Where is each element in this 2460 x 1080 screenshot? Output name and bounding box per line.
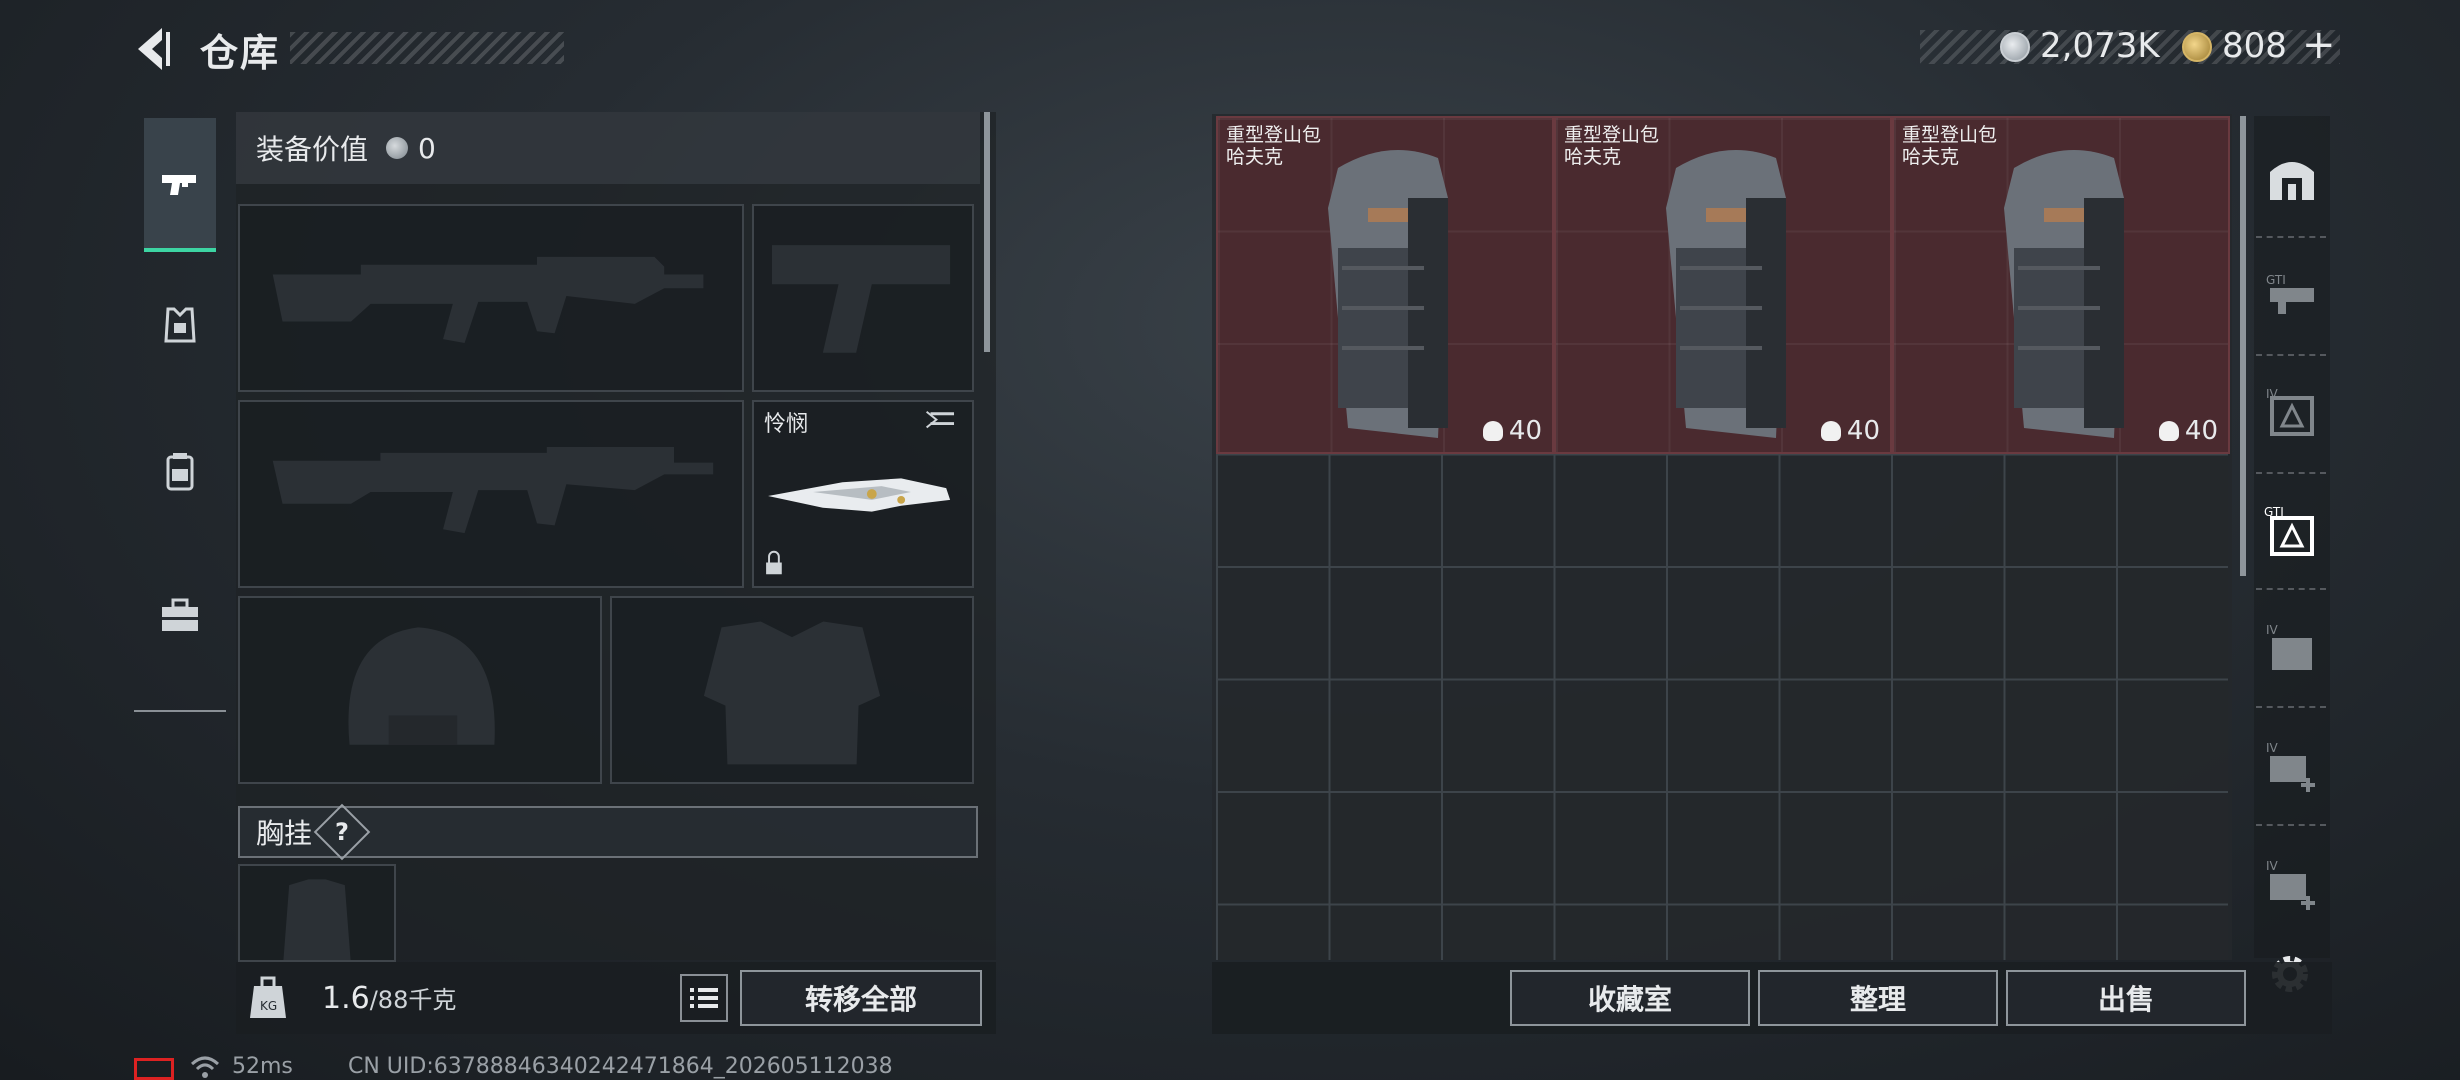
backpack-icon [1328,150,1448,438]
toolbox-icon [162,598,198,631]
tab-backpack[interactable] [144,404,216,538]
carry-weight: 1.6/88千克 [322,980,456,1016]
svg-text:KG: KG [260,999,277,1013]
sort-button[interactable]: 整理 [1758,970,1998,1026]
storage-iv-add-button[interactable]: IV [2254,728,2330,804]
weight-current: 1.6 [322,981,370,1016]
weight-icon [1482,421,1503,441]
svg-text:IV: IV [2266,741,2279,755]
wifi-icon [190,1056,220,1078]
weight-max: /88千克 [369,986,457,1014]
tab-toolbox[interactable] [144,548,216,682]
collection-room-button[interactable]: 收藏室 [1510,970,1750,1026]
storage-gti-active-icon: GTI [2264,505,2314,556]
weight-icon [2158,421,2179,441]
chest-rig-header: 胸挂 ? [238,803,978,861]
tab-armor[interactable] [144,258,216,392]
helmet-silhouette-icon [348,627,495,745]
item-weight: 40 [2158,416,2218,446]
helmet-slot[interactable] [238,596,602,784]
melee-slot[interactable]: 怜悯 [752,400,974,588]
currency-silver: 2,073K [2040,26,2160,66]
loadout-scrollbar[interactable] [984,112,990,352]
backpack-icon [1666,150,1786,438]
backpack-icon [166,453,194,491]
storage-iv-add2-button[interactable]: IV [2254,846,2330,922]
weight-bag-icon: KG [250,976,286,1018]
category-tabs [134,108,226,712]
storage-iv-add-icon: IV [2266,741,2315,792]
storage-home-button[interactable] [2254,142,2330,218]
storage-gti-active-button[interactable]: GTI [2254,494,2330,570]
item-weight: 40 [1482,416,1542,446]
tab-weapons[interactable] [144,118,216,252]
equipment-value: 0 [418,131,436,165]
list-view-button[interactable] [680,974,728,1022]
svg-text:GTI: GTI [2266,273,2286,287]
recording-indicator-icon [134,1058,174,1080]
equipment-value-bar: 装备价值 0 [236,112,980,184]
storage-scrollbar[interactable] [2240,116,2246,576]
storage-item[interactable]: 重型登山包 哈夫克 40 [1554,116,1892,454]
transfer-all-button[interactable]: 转移全部 [740,970,982,1026]
title-decoration [290,32,564,64]
storage-iv-folder-icon: IV [2266,623,2312,670]
sell-button[interactable]: 出售 [2006,970,2246,1026]
chest-rig-silhouette-icon [283,879,351,960]
lock-icon [766,562,782,575]
pistol-slot[interactable] [752,204,974,392]
storage-iv-button[interactable]: IV [2254,374,2330,450]
knife-icon [766,411,955,575]
page-title: 仓库 [200,31,281,75]
equipment-value-label: 装备价值 [256,133,369,166]
svg-text:IV: IV [2266,859,2279,873]
armor-silhouette-icon [703,621,881,765]
user-uid: CN UID:637888463402424718​64_20260511203… [348,1054,893,1079]
silver-coin-icon [2000,32,2030,62]
list-icon [690,988,718,1008]
item-weight: 40 [1820,416,1880,446]
gold-coin-icon [2182,32,2212,62]
storage-iv-folder-button[interactable]: IV [2254,610,2330,686]
svg-text:IV: IV [2266,623,2279,637]
add-currency-button[interactable]: + [2302,22,2336,68]
storage-item[interactable]: 重型登山包 哈夫克 40 [1216,116,1554,454]
storage-gti-button[interactable]: GTI [2254,256,2330,332]
rifle-silhouette-icon [272,256,704,344]
storage-item[interactable]: 重型登山包 哈夫克 40 [1892,116,2230,454]
chest-rig-slot[interactable] [238,864,396,962]
chest-rig-label: 胸挂 [256,817,313,850]
storage-gti-icon: GTI [2266,273,2314,314]
back-arrow-icon[interactable] [132,24,180,74]
pistol-icon [162,175,196,195]
ping-value: 52ms [232,1054,293,1079]
home-storage-icon [2270,162,2314,200]
secondary-weapon-slot[interactable] [238,400,744,588]
silver-coin-icon [386,137,409,159]
pistol-silhouette-icon [771,245,951,353]
backpack-icon [2004,150,2124,438]
storage-iv-icon: IV [2266,387,2314,436]
weight-icon [1820,421,1841,441]
currency-gold: 808 [2222,26,2287,66]
armor-slot[interactable] [610,596,974,784]
storage-iv-add2-icon: IV [2266,859,2315,910]
vest-icon [164,307,196,343]
help-icon[interactable]: ? [313,803,371,861]
rifle-silhouette-icon [272,447,714,534]
primary-weapon-slot[interactable] [238,204,744,392]
